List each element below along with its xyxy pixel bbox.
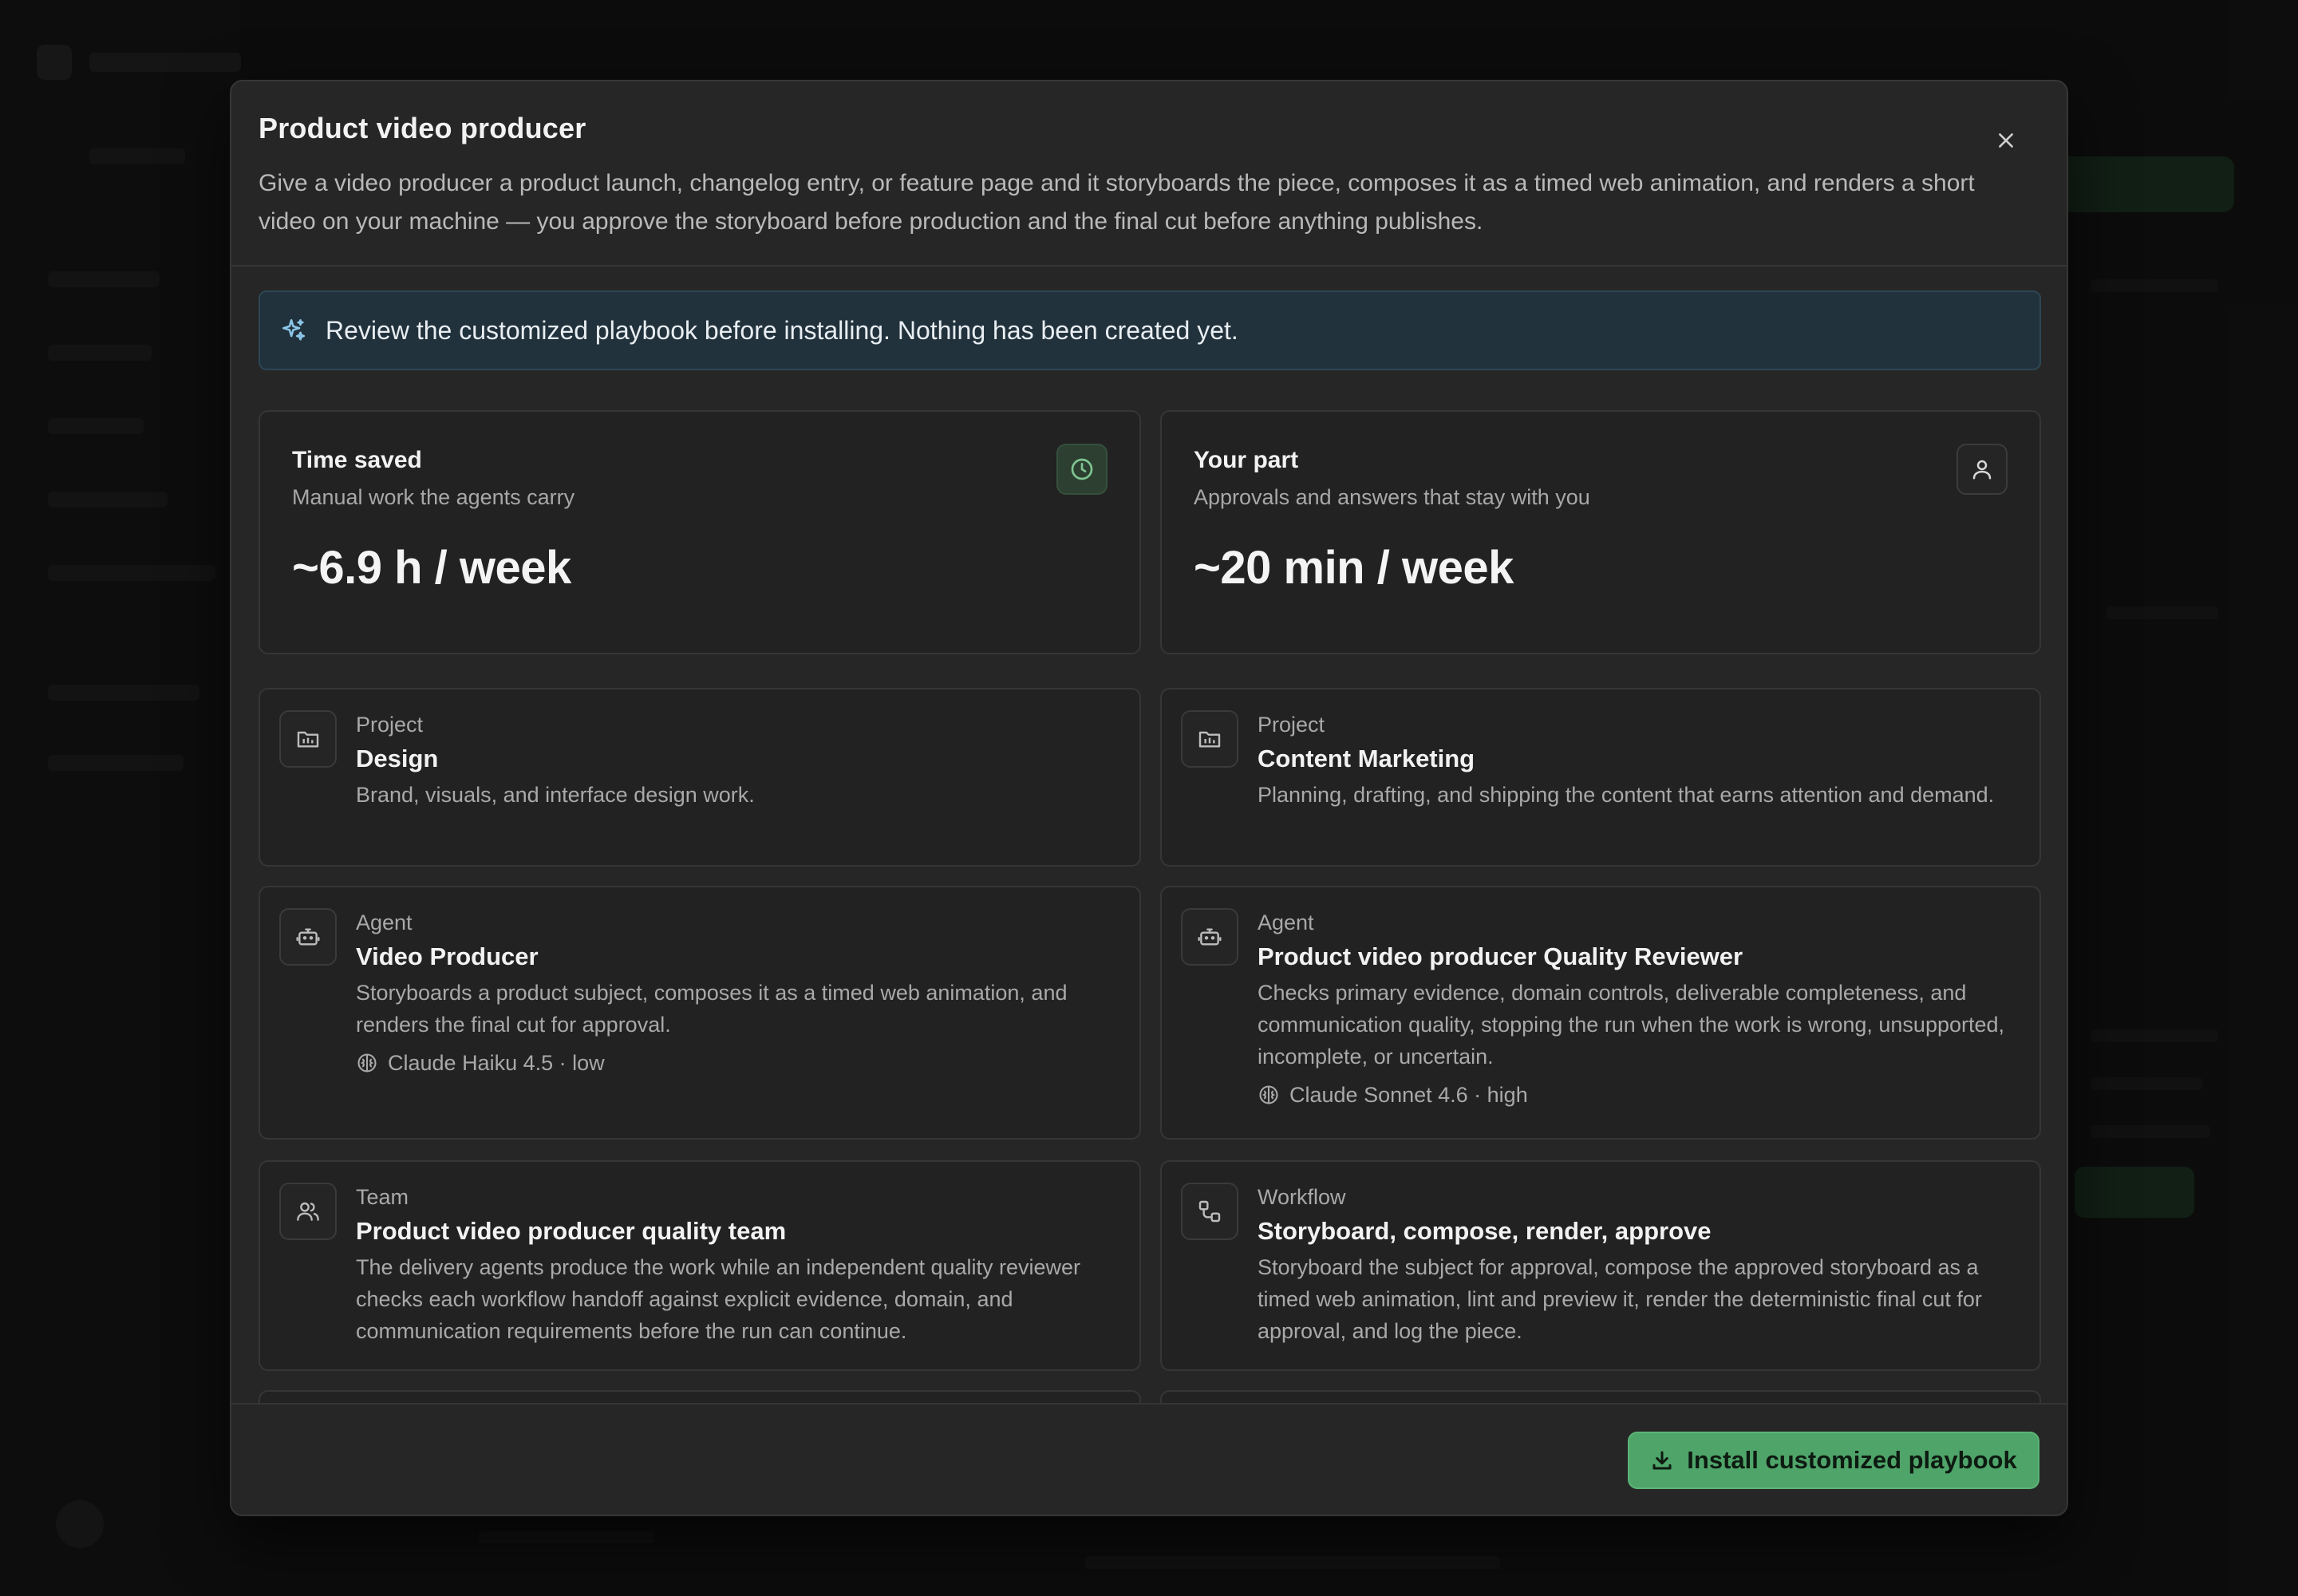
stat-label: Your part <box>1194 447 1299 473</box>
modal-title: Product video producer <box>259 112 586 144</box>
modal-header: Product video producer Give a video prod… <box>231 81 2067 267</box>
install-button[interactable]: Install customized playbook <box>1628 1432 2039 1489</box>
item-kind: Project <box>1258 713 1325 737</box>
item-description: The delivery agents produce the work whi… <box>356 1255 1081 1343</box>
stat-subtitle: Approvals and answers that stay with you <box>1194 485 1590 509</box>
modal-body: Review the customized playbook before in… <box>259 290 2041 1487</box>
folder-icon <box>1181 710 1238 768</box>
workflow-icon <box>1181 1183 1238 1240</box>
stat-value: ~6.9 h / week <box>292 542 571 594</box>
item-kind: Agent <box>1258 911 1314 934</box>
item-title: Content Marketing <box>1258 745 1475 772</box>
modal-footer: Install customized playbook <box>231 1403 2067 1515</box>
brain-icon <box>357 1053 377 1073</box>
bot-icon <box>279 908 337 966</box>
agent-model: Claude Haiku 4.5 · low <box>356 1047 1120 1079</box>
item-description: Planning, drafting, and shipping the con… <box>1258 783 1995 807</box>
playbook-item-card: Agent Product video producer Quality Rev… <box>1160 886 2041 1140</box>
sparkle-icon <box>278 314 310 346</box>
close-button[interactable] <box>1985 120 2027 161</box>
item-kind: Workflow <box>1258 1185 1346 1209</box>
item-kind: Team <box>356 1185 409 1209</box>
model-label: Claude Sonnet 4.6 · high <box>1289 1083 1528 1107</box>
review-notice: Review the customized playbook before in… <box>259 290 2041 370</box>
playbook-item-card: Project Design Brand, visuals, and inter… <box>259 688 1141 867</box>
item-title: Design <box>356 745 439 772</box>
close-icon <box>1999 133 2013 148</box>
playbook-modal: Product video producer Give a video prod… <box>230 80 2068 1516</box>
brain-icon <box>1259 1085 1278 1104</box>
stat-card-time-saved: Time saved Manual work the agents carry … <box>259 410 1141 654</box>
model-label: Claude Haiku 4.5 · low <box>388 1051 605 1075</box>
stat-subtitle: Manual work the agents carry <box>292 485 575 509</box>
playbook-item-card: Project Content Marketing Planning, draf… <box>1160 688 2041 867</box>
item-title: Product video producer quality team <box>356 1217 787 1245</box>
users-icon <box>279 1183 337 1240</box>
user-icon <box>1956 444 2008 495</box>
item-description: Storyboard the subject for approval, com… <box>1258 1255 1982 1343</box>
install-label: Install customized playbook <box>1687 1446 2017 1474</box>
item-description: Checks primary evidence, domain controls… <box>1258 981 2005 1069</box>
item-title: Product video producer Quality Reviewer <box>1258 942 1743 970</box>
item-title: Storyboard, compose, render, approve <box>1258 1217 1712 1245</box>
agent-model: Claude Sonnet 4.6 · high <box>1258 1079 2020 1111</box>
folder-icon <box>279 710 337 768</box>
item-description: Brand, visuals, and interface design wor… <box>356 783 755 807</box>
item-description: Storyboards a product subject, composes … <box>356 981 1068 1037</box>
notice-text: Review the customized playbook before in… <box>326 315 1238 345</box>
stat-value: ~20 min / week <box>1194 542 1514 594</box>
modal-description: Give a video producer a product launch, … <box>259 170 1975 235</box>
download-icon <box>1652 1451 1672 1470</box>
bot-icon <box>1181 908 1238 966</box>
playbook-item-card: Team Product video producer quality team… <box>259 1160 1141 1371</box>
stat-label: Time saved <box>292 447 422 473</box>
item-kind: Agent <box>356 911 413 934</box>
item-title: Video Producer <box>356 942 539 970</box>
stat-card-your-part: Your part Approvals and answers that sta… <box>1160 410 2041 654</box>
item-kind: Project <box>356 713 424 737</box>
clock-icon <box>1056 444 1108 495</box>
playbook-item-card: Workflow Storyboard, compose, render, ap… <box>1160 1160 2041 1371</box>
playbook-item-card: Agent Video Producer Storyboards a produ… <box>259 886 1141 1140</box>
